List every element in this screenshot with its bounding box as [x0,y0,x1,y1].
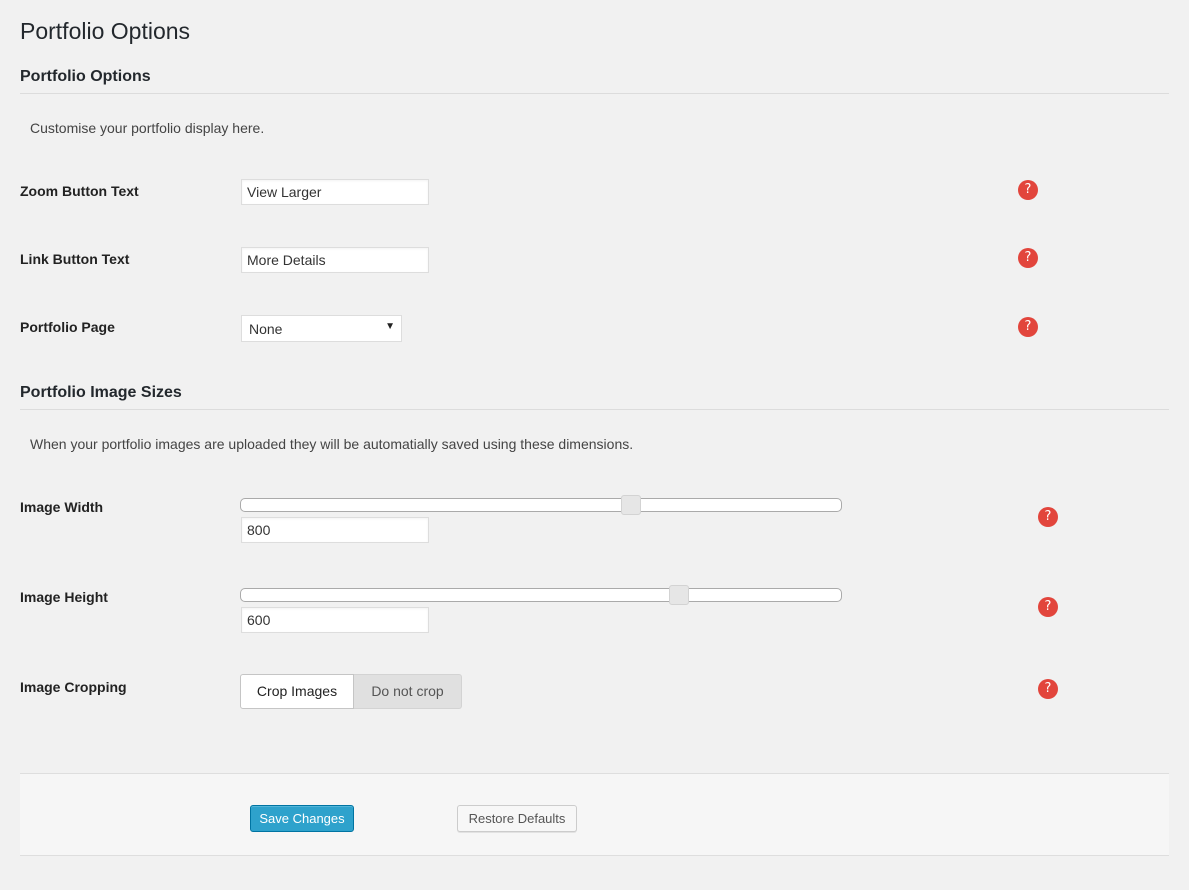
image-cropping-toggle: Crop Images Do not crop [240,674,462,709]
section-divider [20,409,1169,410]
image-width-input[interactable]: 800 [241,517,429,543]
section-divider [20,93,1169,94]
restore-defaults-button[interactable]: Restore Defaults [457,805,577,832]
section-description: When your portfolio images are uploaded … [30,436,634,452]
image-height-label: Image Height [20,589,108,605]
portfolio-page-selected-value: None [249,321,283,337]
section-heading-image-sizes: Portfolio Image Sizes [20,384,182,401]
crop-images-option[interactable]: Crop Images [240,674,354,709]
portfolio-page-label: Portfolio Page [20,319,115,335]
save-changes-button[interactable]: Save Changes [250,805,354,832]
image-width-label: Image Width [20,499,104,515]
form-footer: Save Changes Restore Defaults [20,773,1169,856]
image-width-slider-handle[interactable] [621,495,641,515]
help-icon[interactable]: ? [1038,597,1058,617]
help-icon[interactable]: ? [1018,248,1038,268]
section-heading-portfolio-options: Portfolio Options [20,68,151,85]
section-description: Customise your portfolio display here. [30,120,265,136]
help-icon[interactable]: ? [1038,507,1058,527]
portfolio-page-select[interactable]: None ▼ [241,315,402,342]
zoom-button-text-input[interactable]: View Larger [241,179,429,205]
image-width-slider[interactable] [240,495,842,515]
zoom-button-text-label: Zoom Button Text [20,183,139,199]
page-title: Portfolio Options [20,18,191,44]
dropdown-arrow-icon: ▼ [385,321,395,332]
link-button-text-input[interactable]: More Details [241,247,429,273]
image-height-input[interactable]: 600 [241,607,429,633]
options-page: Portfolio Options Portfolio Options Cust… [0,0,1189,890]
image-height-slider[interactable] [240,585,842,605]
image-cropping-label: Image Cropping [20,679,127,695]
image-height-slider-handle[interactable] [669,585,689,605]
do-not-crop-option[interactable]: Do not crop [354,674,462,709]
help-icon[interactable]: ? [1038,679,1058,699]
link-button-text-label: Link Button Text [20,251,130,267]
help-icon[interactable]: ? [1018,317,1038,337]
help-icon[interactable]: ? [1018,180,1038,200]
